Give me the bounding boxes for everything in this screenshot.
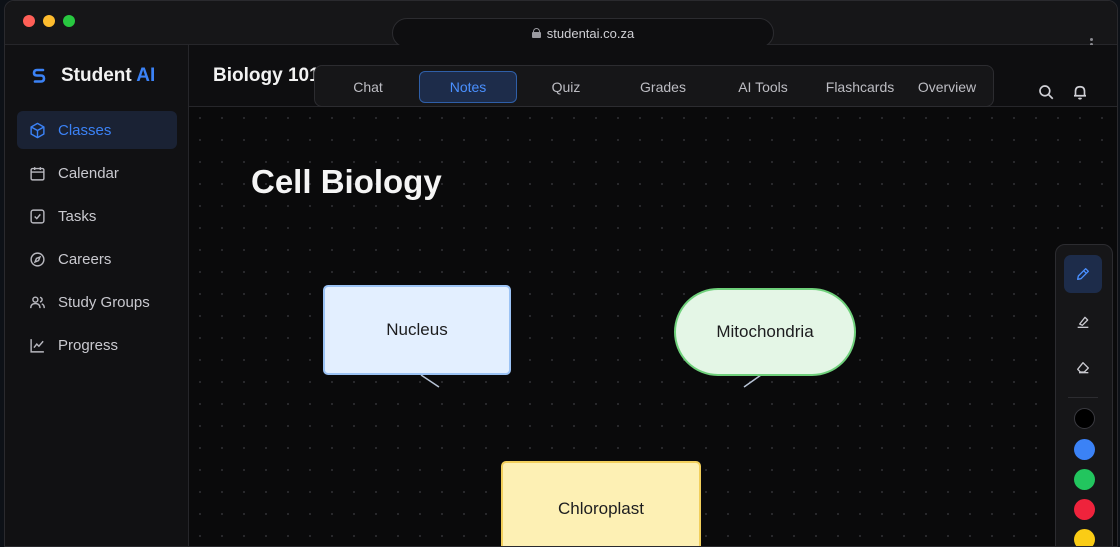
course-title: Biology 101 bbox=[213, 65, 320, 86]
sidebar-item-tasks[interactable]: Tasks bbox=[17, 197, 177, 235]
bell-icon[interactable] bbox=[1071, 83, 1089, 101]
sidebar-item-label: Tasks bbox=[58, 207, 97, 225]
notes-canvas[interactable]: Cell Biology Nucleus Mitochondria Chloro… bbox=[189, 107, 1117, 546]
tab-flashcards[interactable]: Flashcards bbox=[815, 71, 905, 103]
sidebar-item-progress[interactable]: Progress bbox=[17, 326, 177, 364]
sidebar-item-calendar[interactable]: Calendar bbox=[17, 154, 177, 192]
drawing-toolbar bbox=[1055, 244, 1113, 546]
sidebar-nav: Classes Calendar Tasks Careers Study Gro… bbox=[17, 111, 177, 369]
sidebar-item-careers[interactable]: Careers bbox=[17, 240, 177, 278]
sidebar-item-label: Careers bbox=[58, 250, 112, 268]
compass-icon bbox=[30, 251, 45, 267]
brand[interactable]: Student AI bbox=[31, 65, 155, 87]
course-header: Biology 101 Chat Notes Quiz Grades AI To… bbox=[189, 45, 1117, 107]
minimize-window-button[interactable] bbox=[43, 15, 55, 27]
sidebar-item-study-groups[interactable]: Study Groups bbox=[17, 283, 177, 321]
color-swatch-green[interactable] bbox=[1074, 469, 1095, 490]
brand-name: Student AI bbox=[61, 65, 156, 86]
search-icon[interactable] bbox=[1037, 83, 1055, 101]
tab-ai-tools[interactable]: AI Tools bbox=[719, 71, 807, 103]
eraser-tool-button[interactable] bbox=[1064, 349, 1102, 387]
tab-chat[interactable]: Chat bbox=[329, 71, 407, 103]
concept-node-nucleus[interactable]: Nucleus bbox=[323, 285, 511, 375]
browser-window: studentai.co.za Student AI Classes Calen… bbox=[4, 0, 1118, 547]
cube-icon bbox=[30, 122, 45, 138]
color-swatch-yellow[interactable] bbox=[1074, 529, 1095, 546]
highlighter-tool-button[interactable] bbox=[1064, 303, 1102, 341]
highlighter-icon bbox=[1077, 316, 1089, 328]
sidebar-item-label: Progress bbox=[58, 336, 119, 354]
page-title: Cell Biology bbox=[251, 163, 442, 200]
sidebar-item-classes[interactable]: Classes bbox=[17, 111, 177, 149]
browser-titlebar: studentai.co.za bbox=[5, 1, 1117, 48]
maximize-window-button[interactable] bbox=[63, 15, 75, 27]
users-icon bbox=[30, 295, 45, 308]
course-tabs: Chat Notes Quiz Grades AI Tools Flashcar… bbox=[314, 65, 994, 107]
tab-quiz[interactable]: Quiz bbox=[527, 71, 605, 103]
chart-icon bbox=[30, 338, 44, 353]
address-bar[interactable]: studentai.co.za bbox=[392, 18, 774, 48]
tab-notes[interactable]: Notes bbox=[419, 71, 517, 103]
color-swatch-red[interactable] bbox=[1074, 499, 1095, 520]
eraser-icon bbox=[1077, 362, 1089, 374]
tab-overview[interactable]: Overview bbox=[907, 71, 987, 103]
pencil-tool-button[interactable] bbox=[1064, 255, 1102, 293]
url-text: studentai.co.za bbox=[546, 25, 635, 41]
close-window-button[interactable] bbox=[23, 15, 35, 27]
concept-node-chloroplast[interactable]: Chloroplast bbox=[501, 461, 701, 546]
lock-icon bbox=[531, 28, 541, 38]
color-swatch-black[interactable] bbox=[1074, 408, 1095, 429]
sidebar-item-label: Study Groups bbox=[58, 293, 150, 311]
color-swatch-blue[interactable] bbox=[1074, 439, 1095, 460]
checkbox-icon bbox=[30, 208, 45, 224]
concept-node-mitochondria[interactable]: Mitochondria bbox=[674, 288, 856, 376]
sidebar-item-label: Classes bbox=[58, 121, 112, 139]
connector-line bbox=[420, 374, 440, 388]
connector-line bbox=[743, 374, 762, 388]
student-ai-logo-icon bbox=[32, 68, 46, 83]
toolbar-divider bbox=[1068, 397, 1098, 398]
sidebar: Student AI Classes Calendar Tasks Career… bbox=[5, 45, 189, 546]
pencil-icon bbox=[1077, 268, 1089, 280]
calendar-icon bbox=[30, 166, 45, 181]
tab-grades[interactable]: Grades bbox=[617, 71, 709, 103]
sidebar-item-label: Calendar bbox=[58, 164, 119, 182]
